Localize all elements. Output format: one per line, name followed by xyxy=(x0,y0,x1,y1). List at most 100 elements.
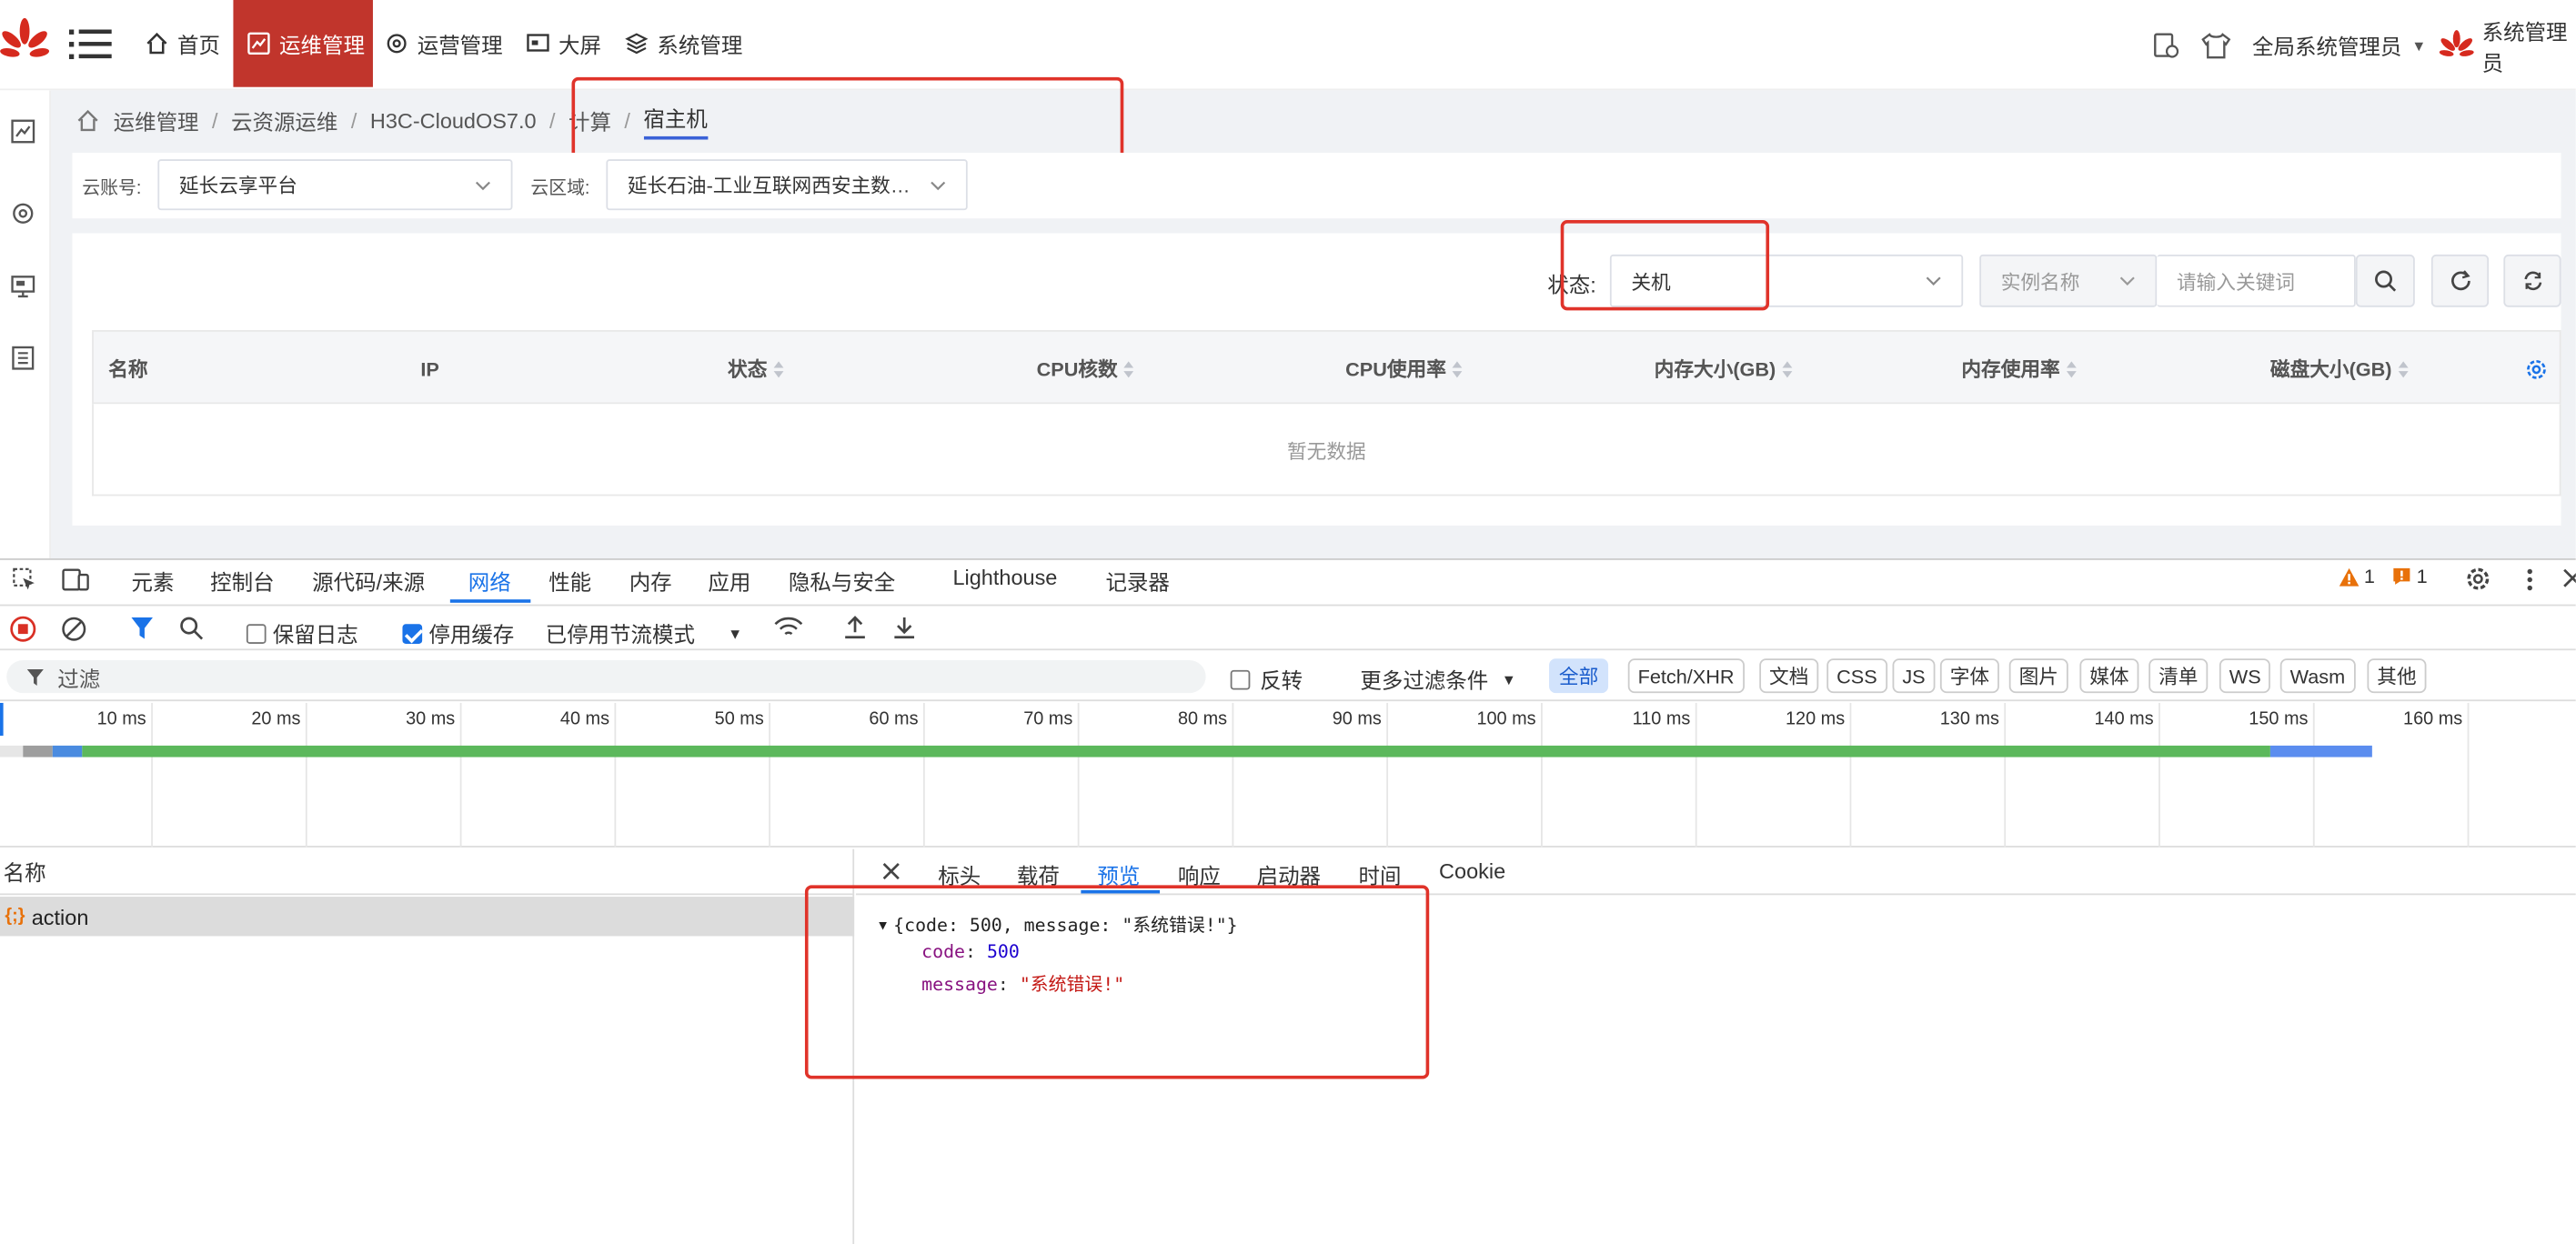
column-settings[interactable] xyxy=(2525,332,2548,406)
task-icon[interactable] xyxy=(2152,31,2180,59)
disable-cache-checkbox[interactable]: 停用缓存 xyxy=(402,617,514,648)
devtools-tab-application[interactable]: 应用 xyxy=(708,565,750,596)
home-icon[interactable] xyxy=(75,107,100,132)
devtools-tab-sources[interactable]: 源代码/来源 xyxy=(312,565,425,596)
clear-icon[interactable] xyxy=(61,616,87,642)
import-har-icon[interactable] xyxy=(842,614,867,640)
close-icon[interactable] xyxy=(882,862,901,880)
sidebar-list-icon[interactable] xyxy=(10,345,36,371)
timeline-tick-label: 40 ms xyxy=(559,709,610,729)
menu-toggle-icon[interactable] xyxy=(68,25,112,64)
col-mem-usage[interactable]: 内存使用率 xyxy=(1961,332,2077,406)
search-input[interactable]: 请输入关键词 xyxy=(2157,254,2356,307)
devtools-tab-lighthouse[interactable]: Lighthouse xyxy=(952,565,1057,589)
search-button[interactable] xyxy=(2355,254,2415,307)
devtools-tab-privacy[interactable]: 隐私与安全 xyxy=(789,565,895,596)
checkbox-checked[interactable] xyxy=(402,623,423,644)
col-disk-size[interactable]: 磁盘大小(GB) xyxy=(2270,332,2409,406)
type-filter-doc[interactable]: 文档 xyxy=(1759,658,1819,694)
column-header: 状态 xyxy=(728,357,768,381)
sort-icon[interactable] xyxy=(2066,360,2077,377)
filter-placeholder: 过滤 xyxy=(57,666,101,691)
sidebar-screen-icon[interactable] xyxy=(10,273,36,299)
search-type-select[interactable]: 实例名称 xyxy=(1979,254,2158,307)
network-conditions-icon[interactable] xyxy=(774,616,804,640)
issue-counter[interactable]: 1 xyxy=(2392,565,2428,588)
warning-counter[interactable]: 1 xyxy=(2339,565,2375,588)
account-select[interactable]: 延长云享平台 xyxy=(157,159,513,211)
chevron-down-icon xyxy=(931,180,946,190)
devtools-tab-network[interactable]: 网络 xyxy=(468,565,511,596)
col-status[interactable]: 状态 xyxy=(728,332,784,406)
col-cpu-usage[interactable]: CPU使用率 xyxy=(1345,332,1463,406)
devtools-tab-console[interactable]: 控制台 xyxy=(210,565,274,596)
more-options-icon[interactable] xyxy=(2525,567,2535,593)
throttle-select[interactable]: 已停用节流模式 ▼ xyxy=(546,617,743,648)
refresh-icon xyxy=(2450,270,2470,291)
timeline-bar-waiting xyxy=(82,745,2270,757)
column-header: CPU使用率 xyxy=(1345,357,1446,381)
type-filter-css[interactable]: CSS xyxy=(1826,658,1887,694)
devtools-tab-elements[interactable]: 元素 xyxy=(131,565,174,596)
type-filter-img[interactable]: 图片 xyxy=(2008,658,2068,694)
type-filter-other[interactable]: 其他 xyxy=(2367,658,2427,694)
breadcrumb-item[interactable]: 运维管理 xyxy=(114,105,199,135)
user-role-dropdown[interactable]: 全局系统管理员 xyxy=(2252,30,2401,61)
sort-icon[interactable] xyxy=(773,360,784,377)
nav-bigscreen[interactable]: 大屏 xyxy=(526,0,601,87)
region-select-value: 延长石油-工业互联网西安主数… xyxy=(627,174,911,197)
type-filter-ws[interactable]: WS xyxy=(2219,658,2271,694)
export-har-icon[interactable] xyxy=(892,614,917,640)
nav-system[interactable]: 系统管理 xyxy=(624,0,742,87)
col-mem-size[interactable]: 内存大小(GB) xyxy=(1655,332,1793,406)
filter-icon[interactable] xyxy=(130,616,155,640)
type-filter-font[interactable]: 字体 xyxy=(1939,658,1999,694)
sidebar-monitor-icon[interactable] xyxy=(10,118,36,145)
sync-icon xyxy=(2523,271,2541,291)
breadcrumb-item[interactable]: 云资源运维 xyxy=(231,105,337,135)
filter-icon xyxy=(26,668,44,686)
network-filter-input[interactable]: 过滤 xyxy=(6,660,1206,694)
sort-icon[interactable] xyxy=(1453,360,1463,377)
nav-ops[interactable]: 运维管理 xyxy=(233,0,373,87)
breadcrumb-item[interactable]: H3C-CloudOS7.0 xyxy=(370,107,537,132)
close-icon[interactable] xyxy=(2562,568,2576,588)
type-filter-all[interactable]: 全部 xyxy=(1549,658,1609,694)
request-row[interactable]: {;} action xyxy=(0,897,855,937)
devtools-tab-recorder[interactable]: 记录器 xyxy=(1105,565,1169,596)
refresh-button[interactable] xyxy=(2430,254,2490,307)
checkbox-unchecked[interactable] xyxy=(246,623,267,644)
name-column-header: 名称 xyxy=(3,860,46,886)
type-filter-js[interactable]: JS xyxy=(1892,658,1936,694)
col-cpu-cores[interactable]: CPU核数 xyxy=(1037,332,1134,406)
sidebar-settings-icon[interactable] xyxy=(10,200,36,226)
type-filter-fetch-xhr[interactable]: Fetch/XHR xyxy=(1627,658,1745,694)
checkbox-unchecked[interactable] xyxy=(1230,668,1251,689)
nav-operations[interactable]: 运营管理 xyxy=(385,0,503,87)
type-filter-wasm[interactable]: Wasm xyxy=(2279,658,2356,694)
invert-checkbox[interactable]: 反转 xyxy=(1230,664,1303,695)
device-toolbar-icon[interactable] xyxy=(61,567,91,593)
type-filter-manifest[interactable]: 清单 xyxy=(2148,658,2209,694)
preserve-log-checkbox[interactable]: 保留日志 xyxy=(246,617,358,648)
devtools-tab-memory[interactable]: 内存 xyxy=(629,565,672,596)
search-icon[interactable] xyxy=(179,616,204,640)
sort-icon[interactable] xyxy=(1123,360,1134,377)
chevron-down-icon xyxy=(475,180,490,190)
type-filter-media[interactable]: 媒体 xyxy=(2079,658,2139,694)
reset-button[interactable] xyxy=(2503,254,2561,307)
inspect-element-icon[interactable] xyxy=(12,567,38,593)
region-select[interactable]: 延长石油-工业互联网西安主数… xyxy=(606,159,968,211)
devtools-tab-performance[interactable]: 性能 xyxy=(548,565,591,596)
detail-tab-cookie[interactable]: Cookie xyxy=(1439,859,1505,884)
user-menu[interactable]: 系统管理员 xyxy=(2438,0,2576,90)
nav-home[interactable]: 首页 xyxy=(145,0,220,87)
more-filters-dropdown[interactable]: 更多过滤条件 ▼ xyxy=(1360,664,1515,695)
record-stop-icon[interactable] xyxy=(10,616,36,642)
settings-gear-icon[interactable] xyxy=(2464,565,2492,593)
sort-icon[interactable] xyxy=(1782,360,1793,377)
annotation-box-preview xyxy=(804,885,1430,1079)
sort-icon[interactable] xyxy=(2398,360,2409,377)
timeline-gridline xyxy=(2004,702,2007,848)
shirt-icon[interactable] xyxy=(2199,30,2232,60)
